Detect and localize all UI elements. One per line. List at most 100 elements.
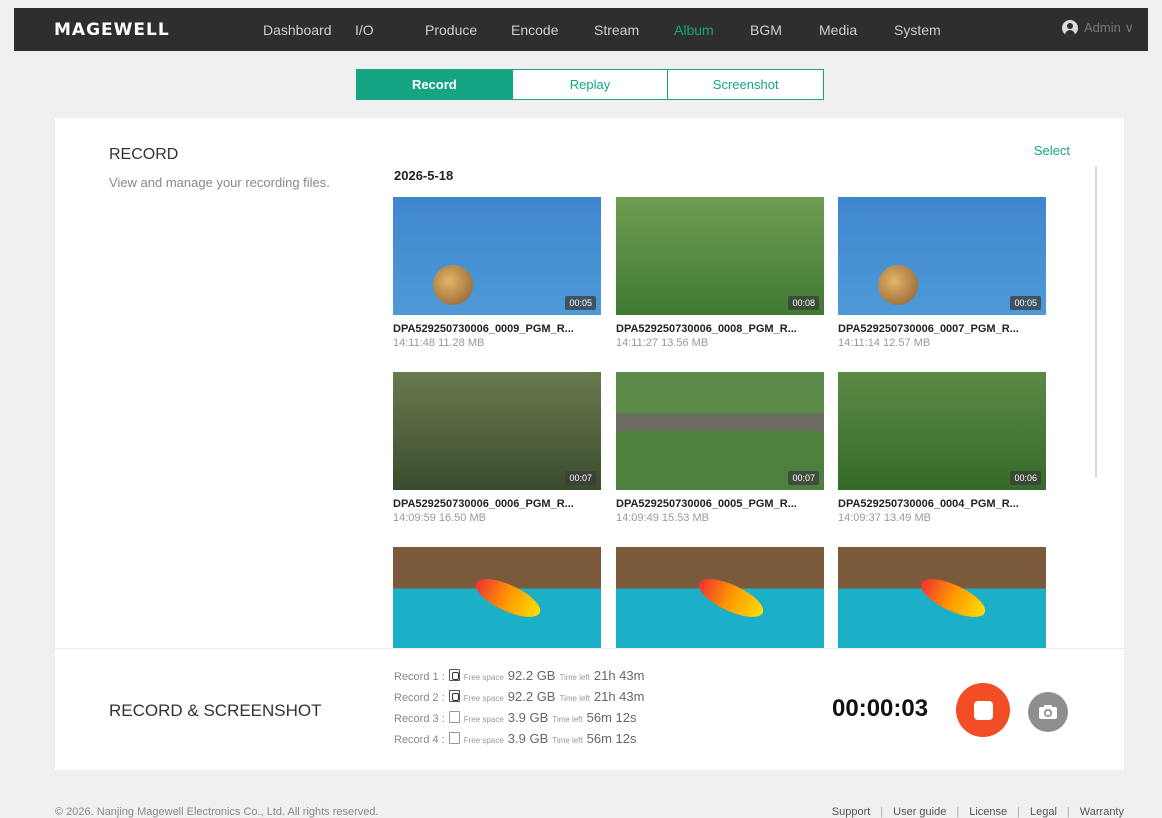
recording-filename: DPA529250730006_0005_PGM_R... — [616, 498, 797, 510]
recording-item[interactable]: 00:07 DPA529250730006_0006_PGM_R... 14:09:… — [393, 372, 601, 524]
free-space-label: Free space — [463, 694, 504, 703]
free-space-label: Free space — [463, 715, 504, 724]
time-left-label: Time left — [552, 715, 583, 724]
nav-dashboard[interactable]: Dashboard — [263, 22, 332, 38]
recording-thumbnail[interactable]: 00:05 — [393, 197, 601, 315]
time-left-label: Time left — [559, 694, 590, 703]
footer-link-legal[interactable]: Legal — [1030, 806, 1057, 818]
recording-filename: DPA529250730006_0008_PGM_R... — [616, 323, 797, 335]
record-status-line: Record 1 : Free space 92.2 GB Time left 21h … — [394, 668, 644, 689]
recording-thumbnail[interactable]: 00:05 — [838, 197, 1046, 315]
recording-thumbnail[interactable]: 00:06 — [838, 372, 1046, 490]
user-name: Admin ∨ — [1084, 20, 1134, 35]
magewell-logo[interactable]: MAGEWELL — [54, 20, 170, 40]
recording-size: 11.28 MB — [438, 337, 485, 349]
recording-grid: 00:05 DPA529250730006_0009_PGM_R... 14:11:… — [393, 197, 1093, 648]
recording-meta: 14:11:27 13.56 MB — [616, 337, 824, 349]
recording-time: 14:11:48 — [393, 337, 436, 349]
recording-item[interactable] — [838, 547, 1046, 648]
recording-meta: 14:09:49 15.53 MB — [616, 512, 824, 524]
recording-item[interactable]: 00:08 DPA529250730006_0008_PGM_R... 14:11:… — [616, 197, 824, 349]
screenshot-button[interactable] — [1028, 692, 1068, 732]
free-space-label: Free space — [463, 673, 504, 682]
user-menu[interactable]: Admin ∨ — [1062, 20, 1134, 36]
nav-bgm[interactable]: BGM — [750, 22, 782, 38]
duration-badge: 00:07 — [565, 471, 596, 485]
record-label: Record 1 : — [394, 671, 445, 683]
recording-item[interactable]: 00:05 DPA529250730006_0009_PGM_R... 14:11:… — [393, 197, 601, 349]
footer-separator: | — [1017, 806, 1020, 818]
record-status-line: Record 3 : Free space 3.9 GB Time left 56m 1… — [394, 710, 644, 731]
duration-badge: 00:06 — [1010, 471, 1041, 485]
ball-graphic — [878, 265, 918, 305]
recording-item[interactable] — [616, 547, 824, 648]
time-left-label: Time left — [552, 736, 583, 745]
nav-encode[interactable]: Encode — [511, 22, 558, 38]
record-card: RECORD View and manage your recording fi… — [55, 118, 1124, 648]
record-label: Record 4 : — [394, 734, 445, 746]
recording-item[interactable]: 00:06 DPA529250730006_0004_PGM_R... 14:09:… — [838, 372, 1046, 524]
recording-thumbnail[interactable] — [616, 547, 824, 648]
nav-album[interactable]: Album — [674, 22, 714, 38]
recording-thumbnail[interactable]: 00:07 — [616, 372, 824, 490]
scrollbar[interactable] — [1095, 166, 1097, 478]
recording-item[interactable]: 00:07 DPA529250730006_0005_PGM_R... 14:09:… — [616, 372, 824, 524]
recording-item[interactable]: 00:05 DPA529250730006_0007_PGM_R... 14:11:… — [838, 197, 1046, 349]
recording-size: 12.57 MB — [883, 337, 931, 349]
nav-media[interactable]: Media — [819, 22, 857, 38]
recording-meta: 14:11:14 12.57 MB — [838, 337, 1046, 349]
record-status-line: Record 4 : Free space 3.9 GB Time left 56m 1… — [394, 731, 644, 752]
disk-icon — [448, 669, 460, 681]
recording-thumbnail[interactable] — [393, 547, 601, 648]
footer-separator: | — [956, 806, 960, 818]
record-label: Record 2 : — [394, 692, 445, 704]
tab-replay[interactable]: Replay — [513, 70, 669, 99]
stop-icon — [973, 700, 993, 720]
recording-time: 14:09:37 — [838, 512, 881, 524]
duration-badge: 00:08 — [788, 296, 819, 310]
disk-icon — [448, 711, 460, 723]
footer-separator: | — [880, 806, 884, 818]
recording-meta: 14:11:48 11.28 MB — [393, 337, 601, 349]
record-screenshot-panel: RECORD & SCREENSHOT Record 1 : Free space… — [55, 648, 1124, 770]
footer-link-support[interactable]: Support — [832, 806, 871, 818]
recording-size: 16.50 MB — [438, 512, 486, 524]
tab-record[interactable]: Record — [357, 70, 513, 99]
recording-size: 13.49 MB — [883, 512, 931, 524]
time-left-value: 56m 12s — [586, 710, 637, 725]
recording-time: 14:09:49 — [616, 512, 659, 524]
recording-time: 14:11:27 — [616, 337, 659, 349]
select-button[interactable]: Select — [1034, 143, 1070, 158]
recording-item[interactable] — [393, 547, 601, 648]
free-space-value: 3.9 GB — [507, 731, 549, 746]
recording-thumbnail[interactable]: 00:08 — [616, 197, 824, 315]
surfboard-graphic — [693, 571, 769, 625]
copyright-text: © 2026. Nanjing Magewell Electronics Co.… — [55, 806, 379, 818]
stop-record-button[interactable] — [956, 683, 1010, 737]
time-left-value: 21h 43m — [593, 689, 645, 704]
recording-thumbnail[interactable]: 00:07 — [393, 372, 601, 490]
footer-link-license[interactable]: License — [969, 806, 1007, 818]
footer-link-warranty[interactable]: Warranty — [1080, 806, 1124, 818]
disk-icon — [448, 690, 460, 702]
recording-size: 13.56 MB — [661, 337, 709, 349]
recording-time: 14:09:59 — [393, 512, 436, 524]
tab-screenshot[interactable]: Screenshot — [668, 70, 823, 99]
user-avatar-icon — [1062, 20, 1079, 36]
nav-stream[interactable]: Stream — [594, 22, 639, 38]
recording-thumbnail[interactable] — [838, 547, 1046, 648]
nav-produce[interactable]: Produce — [425, 22, 477, 38]
surfboard-graphic — [470, 571, 546, 625]
ball-graphic — [433, 265, 473, 305]
recording-size: 15.53 MB — [661, 512, 709, 524]
footer-links: Support | User guide | License | Legal |… — [832, 806, 1124, 818]
time-left-label: Time left — [559, 673, 590, 682]
footer-link-user-guide[interactable]: User guide — [893, 806, 946, 818]
nav-system[interactable]: System — [894, 22, 941, 38]
recording-meta: 14:09:37 13.49 MB — [838, 512, 1046, 524]
nav-io[interactable]: I/O — [355, 22, 374, 38]
recording-filename: DPA529250730006_0007_PGM_R... — [838, 323, 1019, 335]
record-label: Record 3 : — [394, 713, 445, 725]
panel-title: RECORD & SCREENSHOT — [109, 701, 322, 720]
duration-badge: 00:05 — [1010, 296, 1041, 310]
